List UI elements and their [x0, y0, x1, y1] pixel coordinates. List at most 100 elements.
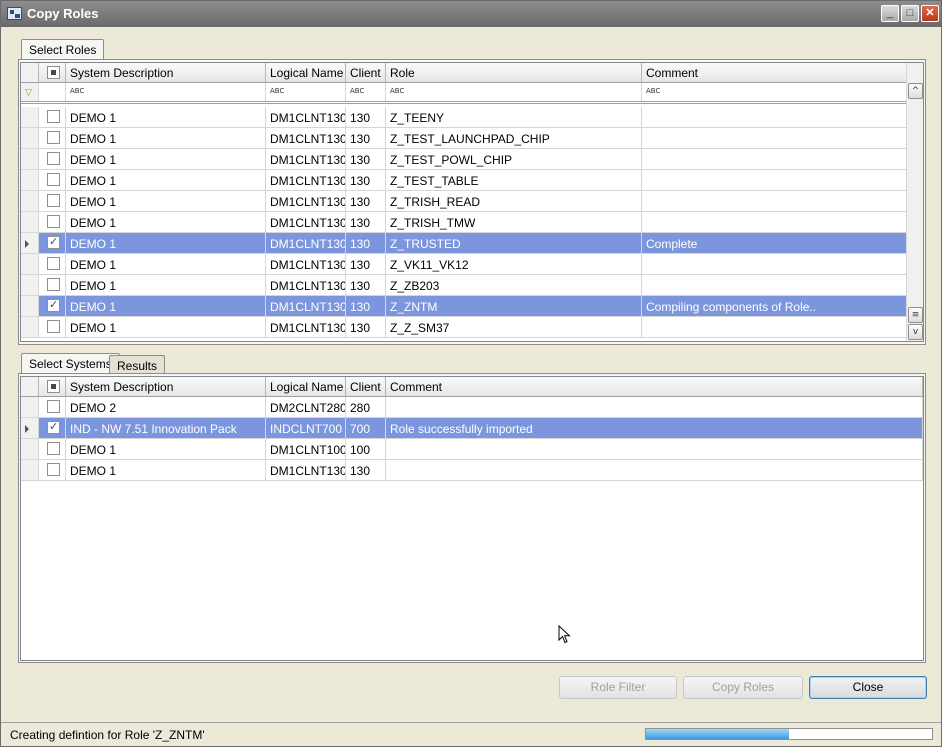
cell-system-description[interactable]: DEMO 1: [66, 191, 266, 211]
column-header-logical-name[interactable]: Logical Name: [266, 63, 346, 82]
cell-client[interactable]: 130: [346, 460, 386, 480]
cell-system-description[interactable]: DEMO 1: [66, 439, 266, 459]
row-indicator[interactable]: [21, 296, 39, 316]
table-row[interactable]: DEMO 1 DM1CLNT130 130 Z_TEENY: [21, 107, 907, 128]
select-all-systems-checkbox[interactable]: [47, 380, 60, 393]
row-indicator[interactable]: [21, 254, 39, 274]
row-checkbox[interactable]: [47, 278, 60, 291]
table-row[interactable]: DEMO 1 DM1CLNT130 130 Z_TEST_LAUNCHPAD_CHIP: [21, 128, 907, 149]
cell-comment[interactable]: [386, 439, 923, 459]
close-window-button[interactable]: ✕: [921, 5, 939, 22]
table-row[interactable]: DEMO 1 DM1CLNT130 130 Z_ZB203: [21, 275, 907, 296]
filter-comment[interactable]: ABC: [642, 83, 907, 101]
cell-client[interactable]: 130: [346, 296, 386, 316]
scroll-up-button[interactable]: ^: [908, 83, 923, 99]
row-indicator[interactable]: [21, 418, 39, 438]
filter-role[interactable]: ABC: [386, 83, 642, 101]
row-checkbox[interactable]: [47, 442, 60, 455]
roles-vertical-scrollbar[interactable]: ^ ≡ v: [906, 63, 923, 341]
cell-comment[interactable]: [386, 460, 923, 480]
maximize-button[interactable]: □: [901, 5, 919, 22]
table-row[interactable]: DEMO 1 DM1CLNT130 130 Z_VK11_VK12: [21, 254, 907, 275]
row-checkbox[interactable]: [47, 173, 60, 186]
table-row[interactable]: DEMO 1 DM1CLNT100 100: [21, 439, 923, 460]
cell-role[interactable]: Z_TRISH_TMW: [386, 212, 642, 232]
cell-logical-name[interactable]: DM2CLNT280: [266, 397, 346, 417]
role-filter-button[interactable]: Role Filter: [559, 676, 677, 699]
cell-logical-name[interactable]: DM1CLNT130: [266, 460, 346, 480]
row-checkbox[interactable]: [47, 298, 60, 312]
cell-logical-name[interactable]: DM1CLNT130: [266, 233, 346, 253]
select-all-checkbox[interactable]: [47, 66, 60, 79]
cell-role[interactable]: Z_ZNTM: [386, 296, 642, 316]
cell-logical-name[interactable]: DM1CLNT130: [266, 191, 346, 211]
row-checkbox[interactable]: [47, 194, 60, 207]
cell-role[interactable]: Z_VK11_VK12: [386, 254, 642, 274]
cell-logical-name[interactable]: DM1CLNT130: [266, 317, 346, 337]
row-indicator[interactable]: [21, 275, 39, 295]
row-checkbox[interactable]: [47, 257, 60, 270]
cell-role[interactable]: Z_TRISH_READ: [386, 191, 642, 211]
cell-logical-name[interactable]: DM1CLNT130: [266, 212, 346, 232]
cell-comment[interactable]: Complete: [642, 233, 907, 253]
column-header-comment[interactable]: Comment: [642, 63, 907, 82]
cell-system-description[interactable]: DEMO 1: [66, 233, 266, 253]
row-checkbox[interactable]: [47, 131, 60, 144]
column-header-logical-name[interactable]: Logical Name: [266, 377, 346, 396]
cell-comment[interactable]: [642, 275, 907, 295]
column-header-system-description[interactable]: System Description: [66, 63, 266, 82]
row-indicator[interactable]: [21, 107, 39, 127]
cell-system-description[interactable]: DEMO 1: [66, 317, 266, 337]
tab-select-systems[interactable]: Select Systems: [21, 353, 120, 374]
tab-results[interactable]: Results: [109, 355, 166, 373]
close-button[interactable]: Close: [809, 676, 927, 699]
cell-logical-name[interactable]: DM1CLNT130: [266, 170, 346, 190]
cell-comment[interactable]: [642, 191, 907, 211]
filter-client[interactable]: ABC: [346, 83, 386, 101]
cell-client[interactable]: 700: [346, 418, 386, 438]
cell-system-description[interactable]: DEMO 1: [66, 212, 266, 232]
cell-logical-name[interactable]: DM1CLNT100: [266, 439, 346, 459]
cell-client[interactable]: 130: [346, 317, 386, 337]
cell-system-description[interactable]: DEMO 1: [66, 128, 266, 148]
row-indicator[interactable]: [21, 397, 39, 417]
cell-logical-name[interactable]: DM1CLNT130: [266, 254, 346, 274]
cell-system-description[interactable]: DEMO 2: [66, 397, 266, 417]
table-row[interactable]: DEMO 1DM1CLNT130130Z_TRUSTEDComplete: [21, 233, 907, 254]
cell-comment[interactable]: Role successfully imported: [386, 418, 923, 438]
table-row[interactable]: IND - NW 7.51 Innovation PackINDCLNT7007…: [21, 418, 923, 439]
cell-logical-name[interactable]: INDCLNT700: [266, 418, 346, 438]
cell-comment[interactable]: [642, 128, 907, 148]
row-checkbox[interactable]: [47, 400, 60, 413]
cell-client[interactable]: 130: [346, 275, 386, 295]
cell-system-description[interactable]: DEMO 1: [66, 170, 266, 190]
cell-system-description[interactable]: DEMO 1: [66, 275, 266, 295]
table-row[interactable]: DEMO 1 DM1CLNT130 130 Z_TEST_TABLE: [21, 170, 907, 191]
cell-comment[interactable]: [642, 107, 907, 127]
cell-logical-name[interactable]: DM1CLNT130: [266, 275, 346, 295]
table-row[interactable]: DEMO 1 DM1CLNT130 130 Z_TEST_POWL_CHIP: [21, 149, 907, 170]
column-header-client[interactable]: Client: [346, 63, 386, 82]
row-indicator[interactable]: [21, 233, 39, 253]
cell-client[interactable]: 130: [346, 149, 386, 169]
copy-roles-button[interactable]: Copy Roles: [683, 676, 803, 699]
row-indicator[interactable]: [21, 191, 39, 211]
cell-client[interactable]: 130: [346, 170, 386, 190]
row-checkbox[interactable]: [47, 110, 60, 123]
row-indicator[interactable]: [21, 212, 39, 232]
table-row[interactable]: DEMO 1 DM1CLNT130 130 Z_TRISH_READ: [21, 191, 907, 212]
row-indicator[interactable]: [21, 170, 39, 190]
row-indicator[interactable]: [21, 317, 39, 337]
cell-role[interactable]: Z_ZB203: [386, 275, 642, 295]
row-indicator[interactable]: [21, 439, 39, 459]
scroll-thumb[interactable]: ≡: [908, 307, 923, 323]
cell-comment[interactable]: [642, 212, 907, 232]
row-checkbox[interactable]: [47, 215, 60, 228]
cell-comment[interactable]: [642, 170, 907, 190]
column-header-system-description[interactable]: System Description: [66, 377, 266, 396]
cell-logical-name[interactable]: DM1CLNT130: [266, 107, 346, 127]
table-row[interactable]: DEMO 1 DM1CLNT130 130 Z_Z_SM37: [21, 317, 907, 338]
row-checkbox[interactable]: [47, 235, 60, 249]
minimize-button[interactable]: _: [881, 5, 899, 22]
column-header-client[interactable]: Client: [346, 377, 386, 396]
